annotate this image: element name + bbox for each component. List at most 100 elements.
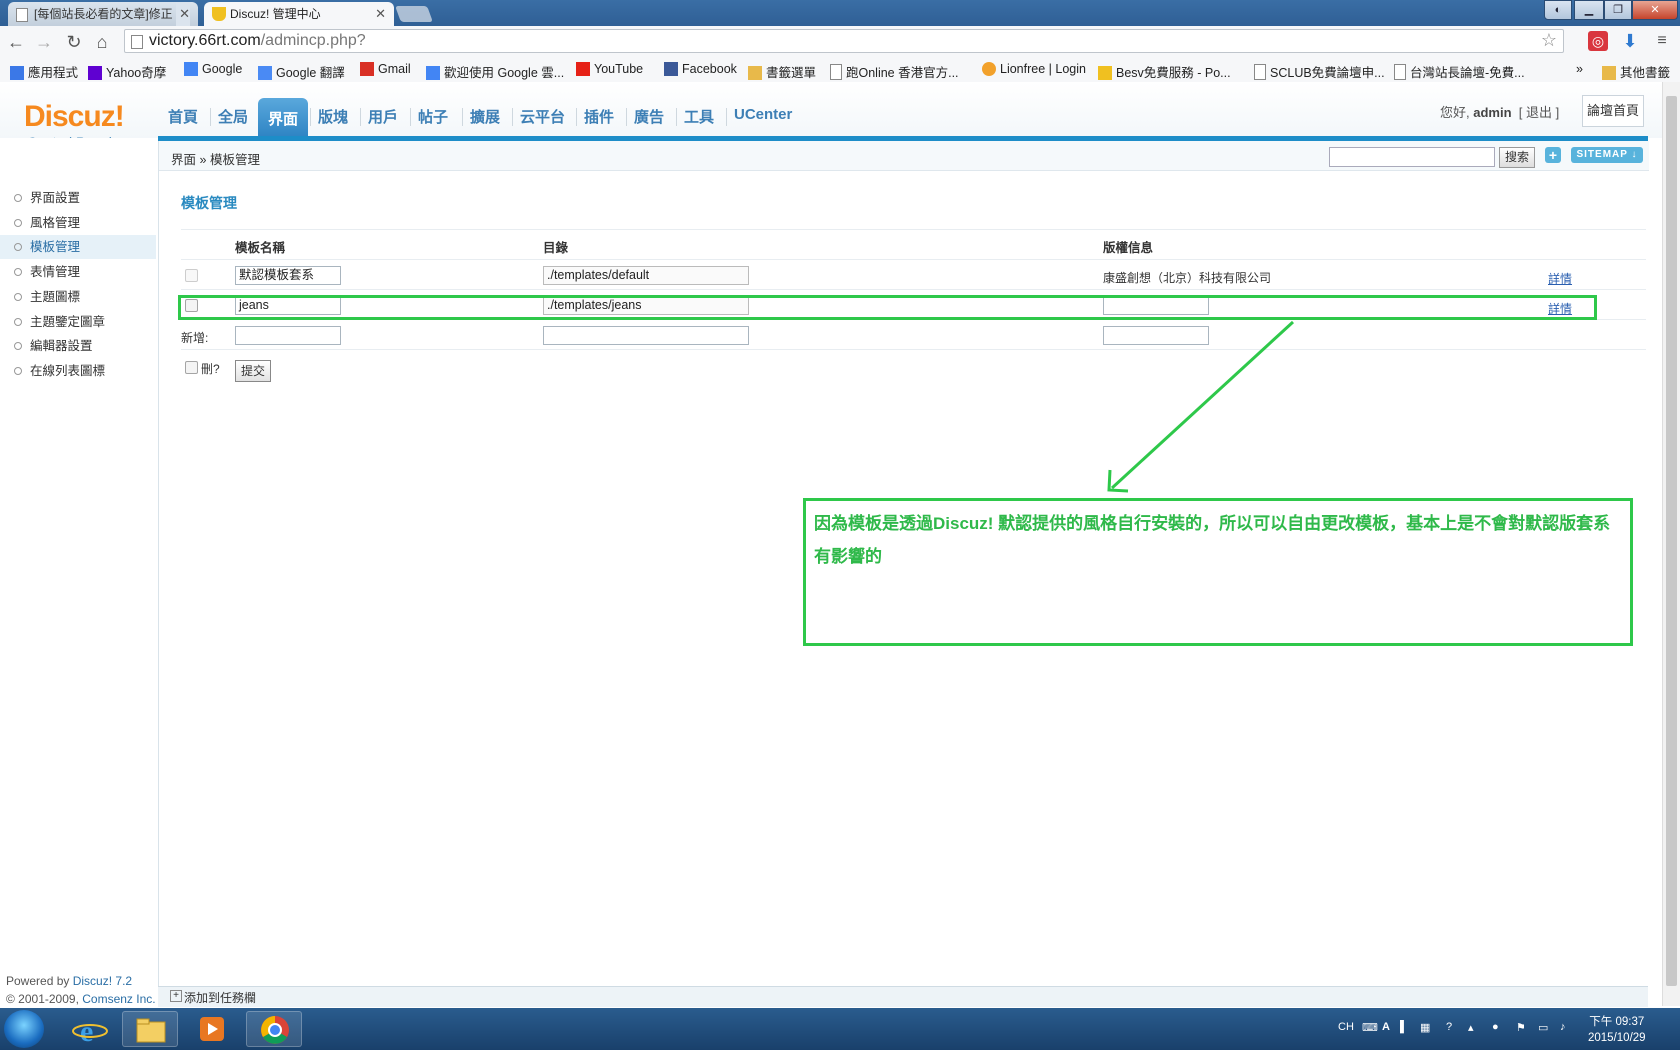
template-directory-field[interactable]: ./templates/default (543, 266, 749, 285)
sitemap-button[interactable]: SITEMAP ↓ (1571, 147, 1643, 163)
menu-icon[interactable]: ≡ (1652, 31, 1672, 51)
nav-tab-8[interactable]: 插件 (584, 106, 614, 127)
file-explorer-icon[interactable] (122, 1011, 178, 1047)
extension-icon[interactable]: ◎ (1588, 31, 1608, 51)
input-mode-icon[interactable]: ▌ (1400, 1021, 1408, 1033)
close-tab-icon[interactable]: ✕ (375, 2, 386, 26)
nav-tab-3[interactable]: 版塊 (318, 106, 348, 127)
sidebar-item[interactable]: 主題鑒定圖章 (0, 310, 156, 334)
nav-tab-0[interactable]: 首頁 (168, 106, 198, 127)
sidebar-item[interactable]: 在線列表圖標 (0, 359, 156, 383)
internet-explorer-icon[interactable]: e (62, 1011, 118, 1048)
minimize-button[interactable]: ▁ (1574, 0, 1604, 20)
bookmark-item[interactable]: Facebook (664, 62, 737, 76)
sidebar-item[interactable]: 主題圖標 (0, 285, 156, 309)
bookmark-item[interactable]: 書籤選單 (748, 62, 816, 81)
nav-tab-1[interactable]: 全局 (218, 106, 248, 127)
browser-tab-strip: [每個站長必看的文章]修正 ✕ Discuz! 管理中心 ✕ ◐ ▁ ❐ ✕ (0, 0, 1680, 26)
bookmark-item[interactable]: 台灣站長論壇-免費... (1394, 62, 1525, 81)
bookmark-item[interactable]: SCLUB免費論壇申... (1254, 62, 1385, 81)
home-icon[interactable]: ⌂ (92, 32, 112, 52)
sidebar-item[interactable]: 風格管理 (0, 211, 156, 235)
bookmark-item[interactable]: YouTube (576, 62, 643, 76)
discuz-logo[interactable]: Discuz! (24, 100, 125, 134)
bookmark-item[interactable]: Gmail (360, 62, 411, 76)
bookmark-star-icon[interactable]: ☆ (1541, 30, 1557, 51)
annotation-text: 因為模板是透過Discuz! 默認提供的風格自行安裝的，所以可以自由更改模板，基… (814, 514, 1611, 566)
bookmark-item[interactable]: Google (184, 62, 242, 76)
bookmark-item[interactable]: » (1576, 62, 1583, 76)
bookmark-item[interactable]: Lionfree | Login (982, 62, 1086, 76)
delete-all-checkbox[interactable] (185, 361, 198, 374)
bookmark-item[interactable]: 跑Online 香港官方... (830, 62, 959, 81)
bookmark-item[interactable]: Yahoo奇摩 (88, 62, 166, 81)
sidebar-item-label: 在線列表圖標 (30, 363, 106, 378)
forward-icon[interactable]: → (34, 32, 54, 52)
add-shortcut-button[interactable]: + (1545, 147, 1561, 163)
bookmark-item[interactable]: Google 翻譯 (258, 62, 345, 81)
browser-tab-inactive[interactable]: [每個站長必看的文章]修正 ✕ (8, 2, 198, 26)
template-name-field[interactable]: 默認模板套系 (235, 266, 341, 285)
system-clock[interactable]: 下午 09:37 2015/10/29 (1588, 1014, 1646, 1046)
sidebar: 界面設置 風格管理 模板管理 表情管理 主題圖標 主題鑒定圖章 編輯器設置在線列表圖標 (0, 138, 156, 1008)
nav-tab-6[interactable]: 擴展 (470, 106, 500, 127)
vertical-scrollbar[interactable] (1662, 82, 1680, 1006)
nav-tab-2[interactable]: 界面 (258, 98, 309, 138)
bookmark-item[interactable]: 應用程式 (10, 62, 78, 81)
bookmark-item[interactable]: Besv免費服務 - Po... (1098, 62, 1231, 81)
new-template-name-input[interactable] (235, 326, 341, 345)
discuz-link[interactable]: Discuz! 7.2 (73, 974, 132, 988)
download-icon[interactable]: ⬇ (1620, 31, 1640, 51)
sidebar-item[interactable]: 編輯器設置 (0, 334, 156, 358)
sidebar-item[interactable]: 表情管理 (0, 260, 156, 284)
nav-tab-5[interactable]: 帖子 (418, 106, 448, 127)
new-tab-button[interactable] (395, 6, 433, 22)
template-detail-link[interactable]: 詳情 (1548, 270, 1572, 287)
chrome-icon[interactable] (246, 1011, 302, 1047)
antivirus-icon[interactable]: ● (1492, 1021, 1499, 1033)
action-center-flag-icon[interactable]: ⚑ (1516, 1021, 1526, 1034)
nav-tab-7[interactable]: 云平台 (520, 106, 565, 127)
submit-button[interactable]: 提交 (235, 360, 271, 382)
plus-icon[interactable]: + (170, 990, 182, 1002)
restore-button[interactable]: ❐ (1604, 0, 1632, 20)
window-close-button[interactable]: ✕ (1632, 0, 1678, 20)
help-icon[interactable]: ? (1446, 1021, 1452, 1033)
font-mode-icon[interactable]: A (1382, 1021, 1390, 1033)
search-input[interactable] (1329, 147, 1495, 167)
ime-icon[interactable]: ⌨ (1362, 1021, 1378, 1034)
sidebar-item[interactable]: 界面設置 (0, 186, 156, 210)
url-text[interactable]: victory.66rt.com/admincp.php? (149, 32, 366, 50)
bookmark-item[interactable]: 其他書籤 (1602, 62, 1670, 81)
nav-tab-11[interactable]: UCenter (734, 106, 792, 123)
search-button[interactable]: 搜索 (1499, 147, 1535, 168)
breadcrumb-parent[interactable]: 界面 (171, 153, 196, 167)
volume-icon[interactable]: ♪ (1560, 1021, 1566, 1033)
add-to-taskbar-link[interactable]: 添加到任務欄 (184, 989, 256, 1006)
windows-taskbar: e CH ⌨ A ▌ ▦ ? ▴ ● ⚑ ▭ ♪ 下午 09:37 2015/1… (0, 1008, 1680, 1050)
scrollbar-thumb[interactable] (1666, 96, 1677, 986)
start-button[interactable] (4, 1010, 44, 1048)
logout-link[interactable]: [ 退出 ] (1519, 105, 1559, 120)
bookmark-item[interactable]: 歡迎使用 Google 雲... (426, 62, 564, 81)
nav-separator (512, 108, 513, 126)
nav-tab-9[interactable]: 廣告 (634, 106, 664, 127)
reload-icon[interactable]: ↻ (64, 32, 84, 52)
tray-expand-icon[interactable]: ▴ (1468, 1021, 1474, 1034)
language-indicator[interactable]: CH (1338, 1021, 1354, 1033)
address-bar[interactable]: victory.66rt.com/admincp.php? ☆ (124, 29, 1564, 53)
browser-tab-active[interactable]: Discuz! 管理中心 ✕ (204, 2, 394, 26)
forum-home-button[interactable]: 論壇首頁 (1582, 95, 1644, 127)
comsenz-link[interactable]: Comsenz Inc. (82, 992, 155, 1006)
network-icon[interactable]: ▭ (1538, 1021, 1548, 1034)
media-player-icon[interactable] (184, 1011, 240, 1047)
settings-icon[interactable]: ▦ (1420, 1021, 1430, 1034)
user-profile-icon[interactable]: ◐ (1544, 0, 1572, 20)
nav-tab-4[interactable]: 用戶 (368, 106, 398, 127)
new-template-directory-input[interactable] (543, 326, 749, 345)
back-icon[interactable]: ← (6, 32, 26, 52)
sidebar-item[interactable]: 模板管理 (0, 235, 156, 260)
close-tab-icon[interactable]: ✕ (176, 2, 190, 26)
nav-tab-10[interactable]: 工具 (684, 106, 714, 127)
new-template-copyright-input[interactable] (1103, 326, 1209, 345)
